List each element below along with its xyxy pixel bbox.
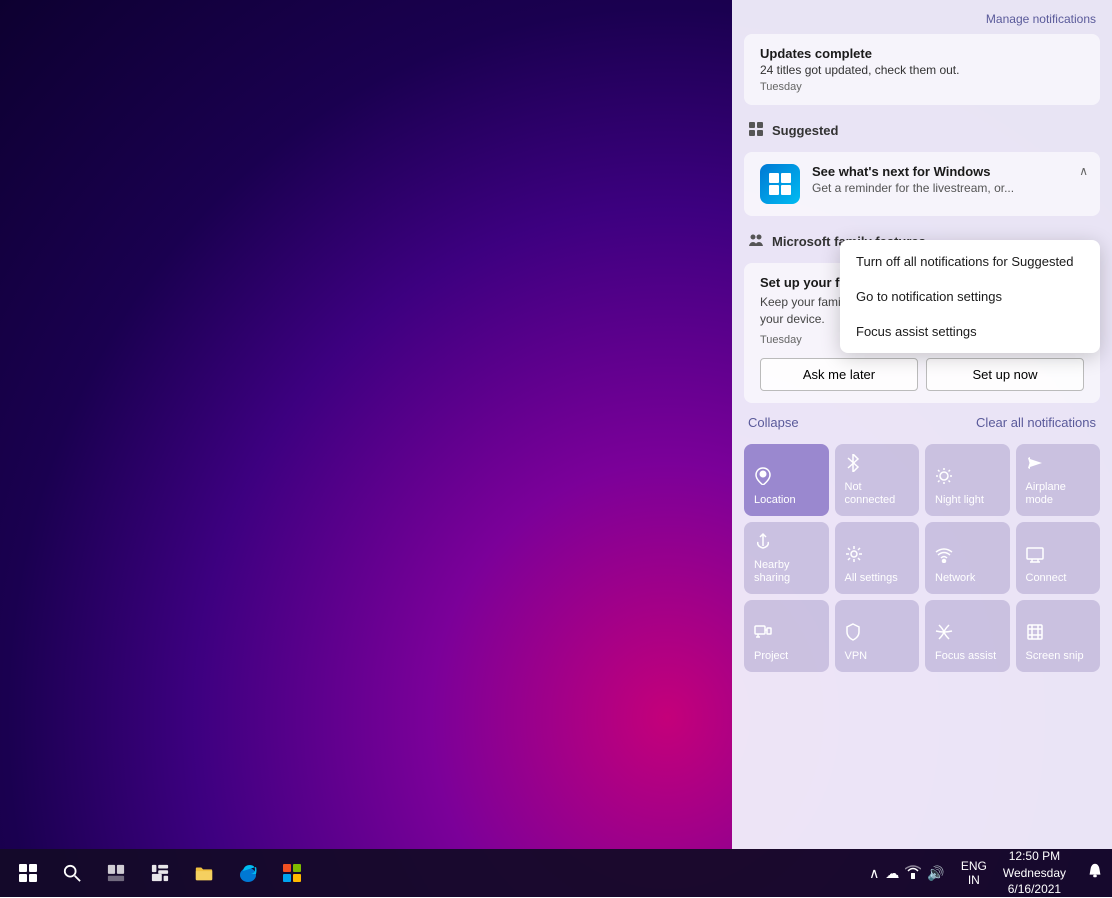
qs-tile-project[interactable]: Project xyxy=(744,600,829,672)
qs-tile-night-light[interactable]: Night light xyxy=(925,444,1010,516)
clock-area[interactable]: 12:50 PM Wednesday 6/16/2021 xyxy=(995,848,1074,898)
task-view-button[interactable] xyxy=(96,853,136,893)
nearby-sharing-tile-icon xyxy=(754,532,819,555)
panel-footer: Collapse Clear all notifications xyxy=(732,407,1112,438)
suggested-section-header: Suggested xyxy=(732,109,1112,148)
notif-title: Updates complete xyxy=(760,46,1084,61)
clear-notifications-link[interactable]: Clear all notifications xyxy=(976,415,1096,430)
airplane-tile-label: Airplane mode xyxy=(1026,481,1091,507)
qs-tile-vpn[interactable]: VPN xyxy=(835,600,920,672)
network-tile-label: Network xyxy=(935,572,1000,585)
search-button[interactable] xyxy=(52,853,92,893)
clock-day: Wednesday xyxy=(1003,865,1066,882)
suggested-card-header: See what's next for Windows Get a remind… xyxy=(760,164,1084,204)
setup-now-button[interactable]: Set up now xyxy=(926,358,1084,391)
project-tile-icon xyxy=(754,623,819,646)
night-light-tile-icon xyxy=(935,467,1000,490)
nearby-sharing-tile-label: Nearby sharing xyxy=(754,559,819,585)
suggested-label: Suggested xyxy=(772,123,838,138)
qs-tile-location[interactable]: Location xyxy=(744,444,829,516)
clock-time: 12:50 PM xyxy=(1009,848,1060,865)
taskbar-left xyxy=(8,853,312,893)
connect-tile-icon xyxy=(1026,545,1091,568)
notif-time: Tuesday xyxy=(760,81,1084,93)
ask-later-button[interactable]: Ask me later xyxy=(760,358,918,391)
network-tray-icon[interactable] xyxy=(905,865,921,882)
vpn-tile-label: VPN xyxy=(845,650,910,663)
qs-tile-connect[interactable]: Connect xyxy=(1016,522,1101,594)
taskbar-right: ∧ ☁ 🔊 ENG IN 12:50 PM Wednesday 6/16/202… xyxy=(869,848,1104,898)
clock-date: 6/16/2021 xyxy=(1008,881,1061,898)
qs-tile-nearby-sharing[interactable]: Nearby sharing xyxy=(744,522,829,594)
bluetooth-tile-label: Not connected xyxy=(845,481,910,507)
screen-snip-tile-icon xyxy=(1026,623,1091,646)
context-menu-item-0[interactable]: Turn off all notifications for Suggested xyxy=(840,244,1100,279)
location-tile-label: Location xyxy=(754,494,819,507)
notif-body: 24 titles got updated, check them out. xyxy=(760,63,1084,77)
focus-assist-tile-icon xyxy=(935,623,1000,646)
night-light-tile-label: Night light xyxy=(935,494,1000,507)
notification-bell[interactable] xyxy=(1086,862,1104,885)
store-button[interactable] xyxy=(272,853,312,893)
suggested-title: See what's next for Windows xyxy=(812,164,1084,179)
suggested-subtitle: Get a reminder for the livestream, or... xyxy=(812,181,1084,195)
bluetooth-tile-icon xyxy=(845,454,910,477)
connect-tile-label: Connect xyxy=(1026,572,1091,585)
tray-chevron-icon[interactable]: ∧ xyxy=(869,865,879,882)
qs-tile-focus-assist[interactable]: Focus assist xyxy=(925,600,1010,672)
volume-icon[interactable]: 🔊 xyxy=(927,865,944,882)
windows-app-icon xyxy=(760,164,800,204)
family-icon xyxy=(748,232,764,251)
suggested-content: See what's next for Windows Get a remind… xyxy=(812,164,1084,195)
collapse-link[interactable]: Collapse xyxy=(748,415,799,430)
language-indicator[interactable]: ENG IN xyxy=(961,859,987,888)
family-card-buttons: Ask me later Set up now xyxy=(760,358,1084,391)
manage-notifications-link[interactable]: Manage notifications xyxy=(986,12,1096,26)
qs-tile-bluetooth[interactable]: Not connected xyxy=(835,444,920,516)
qs-tile-screen-snip[interactable]: Screen snip xyxy=(1016,600,1101,672)
notification-panel: Manage notifications Updates complete 24… xyxy=(732,0,1112,849)
qs-tile-all-settings[interactable]: All settings xyxy=(835,522,920,594)
notification-card: Updates complete 24 titles got updated, … xyxy=(744,34,1100,105)
qs-tile-network[interactable]: Network xyxy=(925,522,1010,594)
panel-header: Manage notifications xyxy=(732,0,1112,30)
widgets-button[interactable] xyxy=(140,853,180,893)
lang-line2: IN xyxy=(968,873,980,887)
vpn-tile-icon xyxy=(845,623,910,646)
focus-assist-tile-label: Focus assist xyxy=(935,650,1000,663)
suggested-icon xyxy=(748,121,764,140)
suggested-card: See what's next for Windows Get a remind… xyxy=(744,152,1100,216)
project-tile-label: Project xyxy=(754,650,819,663)
edge-button[interactable] xyxy=(228,853,268,893)
location-tile-icon xyxy=(754,467,819,490)
cloud-icon[interactable]: ☁ xyxy=(885,865,899,882)
lang-line1: ENG xyxy=(961,859,987,873)
context-menu-item-2[interactable]: Focus assist settings xyxy=(840,314,1100,349)
context-menu-item-1[interactable]: Go to notification settings xyxy=(840,279,1100,314)
airplane-tile-icon xyxy=(1026,454,1091,477)
all-settings-tile-icon xyxy=(845,545,910,568)
suggested-card-chevron[interactable]: ∧ xyxy=(1079,164,1088,178)
taskbar: ∧ ☁ 🔊 ENG IN 12:50 PM Wednesday 6/16/202… xyxy=(0,849,1112,897)
tray-icons: ∧ ☁ 🔊 xyxy=(869,865,945,882)
network-tile-icon xyxy=(935,547,1000,568)
context-menu: Turn off all notifications for Suggested… xyxy=(840,240,1100,353)
qs-tile-airplane[interactable]: Airplane mode xyxy=(1016,444,1101,516)
quick-settings-grid: Location Not connected xyxy=(732,438,1112,678)
all-settings-tile-label: All settings xyxy=(845,572,910,585)
start-button[interactable] xyxy=(8,853,48,893)
file-explorer-button[interactable] xyxy=(184,853,224,893)
screen-snip-tile-label: Screen snip xyxy=(1026,650,1091,663)
